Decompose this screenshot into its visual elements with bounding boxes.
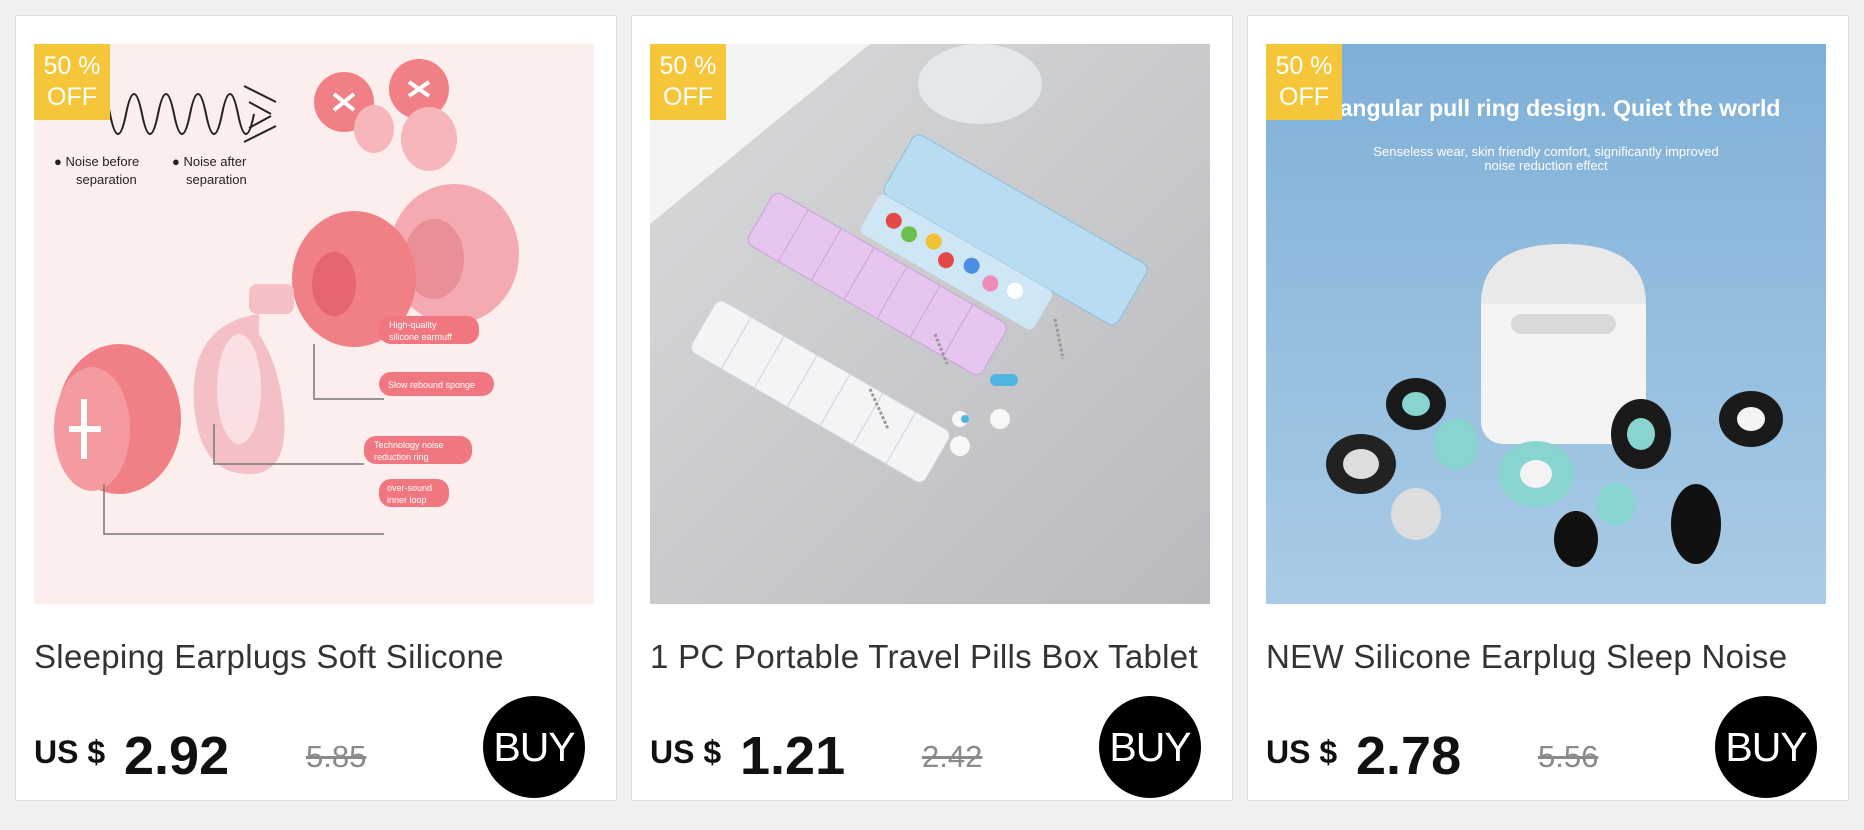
image-text: ● Noise after [172, 154, 247, 169]
discount-off-label: OFF [663, 83, 713, 111]
image-text: inner loop [387, 495, 427, 505]
buy-button[interactable]: BUY [1715, 696, 1817, 798]
discount-percent: 50 % [43, 52, 101, 80]
pill-box-image [650, 44, 1210, 604]
product-image[interactable]: ● Noise before separation ● Noise after … [34, 44, 594, 604]
image-text: ● Noise before [54, 154, 139, 169]
image-text: noise reduction effect [1484, 158, 1608, 173]
currency-label: US $ [34, 734, 106, 770]
product-title[interactable]: 1 PC Portable Travel Pills Box Tablet [650, 638, 1210, 676]
image-text: silicone earmuff [389, 332, 452, 342]
product-grid: ● Noise before separation ● Noise after … [15, 15, 1849, 801]
original-price: 5.56 [1538, 739, 1599, 774]
buy-button[interactable]: BUY [1099, 696, 1201, 798]
product-card[interactable]: 50 % OFF 1 PC Portable Travel Pills Box … [631, 15, 1233, 801]
product-title[interactable]: Sleeping Earplugs Soft Silicone [34, 638, 594, 676]
image-text: Technology noise [374, 440, 444, 450]
product-card[interactable]: ● Noise before separation ● Noise after … [15, 15, 617, 801]
earplug-diagram-image: ● Noise before separation ● Noise after … [34, 44, 594, 604]
image-text: over-sound [387, 483, 432, 493]
discount-percent: 50 % [659, 52, 717, 80]
discount-badge: 50 % OFF [34, 44, 110, 120]
discount-percent: 50 % [1275, 52, 1333, 80]
image-text: reduction ring [374, 452, 429, 462]
image-text: separation [76, 172, 137, 187]
currency-label: US $ [650, 734, 722, 770]
original-price: 2.42 [922, 739, 983, 774]
image-text: High-quality [389, 320, 437, 330]
currency-label: US $ [1266, 734, 1338, 770]
product-image[interactable]: Triangular pull ring design. Quiet the w… [1266, 44, 1826, 604]
image-text: Slow rebound sponge [388, 380, 475, 390]
discount-off-label: OFF [47, 83, 97, 111]
discount-badge: 50 % OFF [650, 44, 726, 120]
product-image[interactable]: 50 % OFF [650, 44, 1210, 604]
image-text: Senseless wear, skin friendly comfort, s… [1373, 144, 1718, 159]
sale-price: 1.21 [740, 726, 846, 786]
discount-badge: 50 % OFF [1266, 44, 1342, 120]
sale-price: 2.78 [1356, 726, 1462, 786]
original-price: 5.85 [306, 739, 367, 774]
image-text: separation [186, 172, 247, 187]
earplug-case-image: Triangular pull ring design. Quiet the w… [1266, 44, 1826, 604]
buy-button[interactable]: BUY [483, 696, 585, 798]
product-card[interactable]: Triangular pull ring design. Quiet the w… [1247, 15, 1849, 801]
image-text: Triangular pull ring design. Quiet the w… [1312, 95, 1781, 121]
product-title[interactable]: NEW Silicone Earplug Sleep Noise [1266, 638, 1826, 676]
sale-price: 2.92 [124, 726, 230, 786]
discount-off-label: OFF [1279, 83, 1329, 111]
